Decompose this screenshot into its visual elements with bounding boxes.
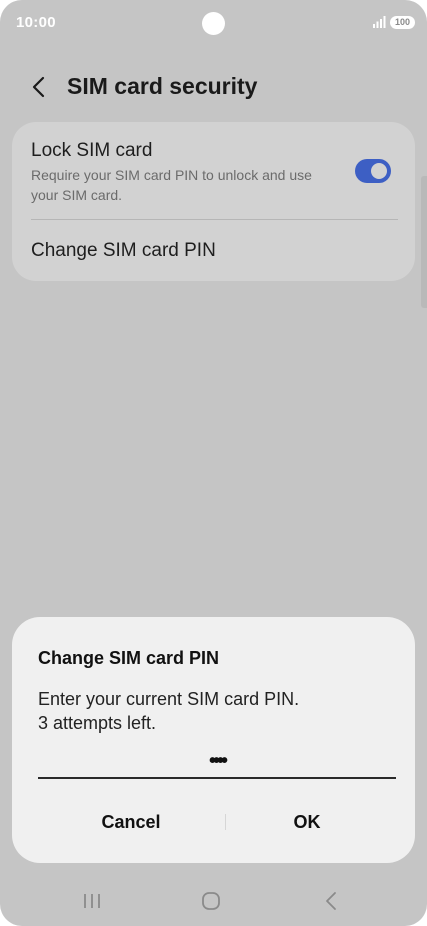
navigation-bar (0, 876, 427, 926)
lock-sim-toggle[interactable] (355, 159, 391, 183)
home-icon[interactable] (199, 890, 223, 912)
ok-button[interactable]: OK (232, 805, 382, 839)
nav-back-icon[interactable] (320, 890, 344, 912)
dialog-message-line2: 3 attempts left. (38, 713, 157, 733)
change-pin-dialog: Change SIM card PIN Enter your current S… (12, 617, 415, 863)
scrollbar[interactable] (421, 176, 427, 308)
sim-security-card: Lock SIM card Require your SIM card PIN … (12, 122, 415, 281)
dialog-title: Change SIM card PIN (38, 648, 220, 668)
back-arrow-icon[interactable] (28, 74, 52, 100)
page-title: SIM card security (67, 73, 258, 99)
recents-icon[interactable] (80, 890, 104, 912)
dialog-message: Enter your current SIM card PIN. 3 attem… (38, 687, 299, 735)
status-time: 10:00 (16, 14, 56, 31)
lock-sim-description: Require your SIM card PIN to unlock and … (31, 167, 312, 203)
divider (31, 219, 398, 220)
front-camera (202, 12, 225, 35)
lock-sim-title[interactable]: Lock SIM card (31, 140, 152, 162)
battery-indicator: 100 (390, 16, 415, 29)
cancel-button[interactable]: Cancel (56, 805, 206, 839)
button-separator (225, 814, 226, 830)
change-sim-pin-item[interactable]: Change SIM card PIN (31, 240, 216, 262)
phone-screen: 10:00 100 SIM card security Lock SIM car… (0, 0, 427, 926)
dialog-message-line1: Enter your current SIM card PIN. (38, 689, 300, 709)
signal-icon (373, 16, 386, 28)
toggle-knob (371, 163, 387, 179)
pin-input-underline (38, 777, 396, 779)
pin-input[interactable]: •••• (38, 750, 396, 773)
